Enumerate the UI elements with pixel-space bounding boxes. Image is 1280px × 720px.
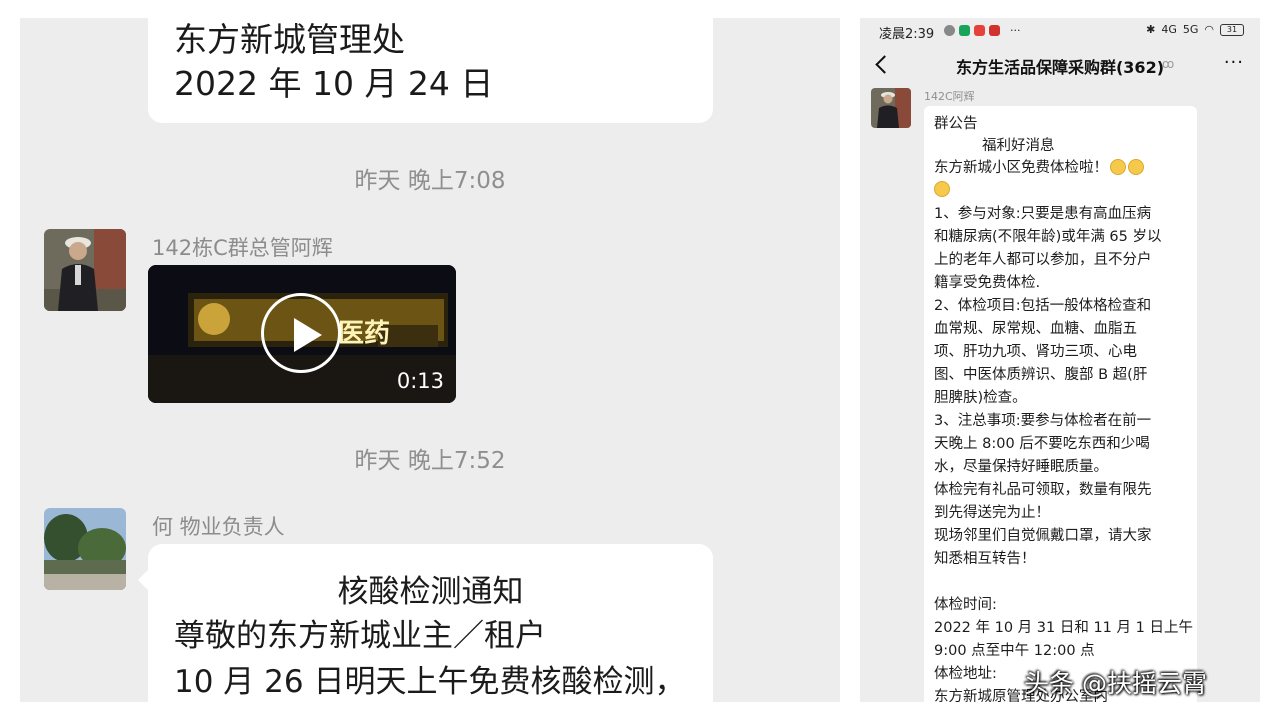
announcement-line: 群公告 — [934, 116, 978, 132]
message-line: 2022 年 10 月 24 日 — [174, 64, 494, 103]
right-chat-screenshot: 凌晨2:39 ··· ✱ 4G 5G ◠ 31 东方生活品保障采购群(362) … — [860, 18, 1260, 702]
avatar-sender-2[interactable] — [44, 508, 126, 590]
notice-title: 核酸检测通知 — [337, 574, 524, 610]
announcement-text: 东方新城小区免费体检啦！ — [934, 160, 1108, 176]
announcement-line: 体检时间: — [934, 597, 997, 613]
group-title[interactable]: 东方生活品保障采购群(362) — [860, 54, 1260, 78]
announcement-line: 体检地址: — [934, 666, 997, 682]
sender-name: 142C阿辉 — [924, 90, 975, 103]
more-notifications-icon: ··· — [1010, 24, 1021, 37]
chat-timestamp: 昨天 晚上7:08 — [354, 168, 506, 194]
avatar-sender-1[interactable] — [44, 229, 126, 311]
bluetooth-icon: ✱ — [1146, 23, 1156, 36]
sender-name: 何 物业负责人 — [152, 515, 285, 539]
announcement-line: 9:00 点至中午 12:00 点 — [934, 643, 1095, 659]
app-notification-icon — [989, 25, 1000, 36]
video-message[interactable]: 医药 0:13 — [148, 265, 456, 403]
message-bubble-nucleic-test[interactable]: 核酸检测通知 尊敬的东方新城业主／租户 10 月 26 日明天上午免费核酸检测， — [138, 544, 713, 702]
announcement-line: 知悉相互转告！ — [934, 551, 1036, 567]
announcement-line: 上的老年人都可以参加，且不分户 — [934, 252, 1152, 268]
shop-sign-text: 医药 — [338, 319, 391, 349]
announcement-line: 3、注总事项:要参与体检者在前一 — [934, 413, 1152, 429]
mute-icon: ꝏ — [1162, 57, 1175, 71]
app-notification-icon — [974, 25, 985, 36]
announcement-line: 福利好消息 — [982, 138, 1055, 154]
announcement-line: 图、中医体质辨识、腹部 B 超(肝 — [934, 367, 1148, 383]
battery-icon: 31 — [1220, 23, 1244, 36]
announcement-line: 2022 年 10 月 31 日和 11 月 1 日上午 — [934, 620, 1193, 636]
announcement-line — [934, 180, 950, 200]
signal-label: 5G — [1182, 23, 1199, 36]
wifi-icon: ◠ — [1204, 23, 1214, 36]
group-announcement-bubble[interactable]: 群公告 福利好消息 东方新城小区免费体检啦！ 1、参与对象:只要是患有高血压病 … — [924, 106, 1197, 702]
signal-label: 4G — [1161, 23, 1177, 36]
status-time: 凌晨2:39 — [879, 27, 935, 42]
status-bar: 凌晨2:39 ··· ✱ 4G 5G ◠ 31 — [860, 18, 1260, 44]
avatar-sender[interactable] — [871, 88, 911, 128]
alarm-icon — [944, 25, 955, 36]
announcement-line: 水，尽量保持好睡眠质量。 — [934, 459, 1108, 475]
announcement-line: 和糖尿病(不限年龄)或年满 65 岁以 — [934, 229, 1162, 245]
watermark: 头条 @扶摇云霄 — [1024, 669, 1207, 698]
notification-icons: ··· — [944, 24, 1021, 37]
notice-line: 10 月 26 日明天上午免费核酸检测， — [174, 664, 686, 700]
announcement-line: 体检完有礼品可领取，数量有限先 — [934, 482, 1152, 498]
play-icon[interactable] — [261, 293, 341, 373]
announcement-line: 籍享受免费体检. — [934, 275, 1041, 291]
app-notification-icon — [959, 25, 970, 36]
announcement-line: 血常规、尿常规、血糖、血脂五 — [934, 321, 1137, 337]
grin-emoji-icon — [1128, 159, 1144, 175]
announcement-line: 到先得送完为止！ — [934, 505, 1050, 521]
video-duration: 0:13 — [396, 369, 444, 393]
announcement-line: 现场邻里们自觉佩戴口罩，请大家 — [934, 528, 1152, 544]
chat-header: 东方生活品保障采购群(362) ꝏ ··· — [860, 44, 1260, 88]
left-chat-screenshot: 东方新城管理处 2022 年 10 月 24 日 昨天 晚上7:08 142栋C… — [20, 18, 840, 702]
announcement-line: 东方新城小区免费体检啦！ — [934, 158, 1144, 178]
grin-emoji-icon — [1110, 159, 1126, 175]
notice-line: 尊敬的东方新城业主／租户 — [174, 618, 546, 654]
more-options-button[interactable]: ··· — [1224, 52, 1244, 73]
message-line: 东方新城管理处 — [174, 20, 405, 59]
announcement-line: 1、参与对象:只要是患有高血压病 — [934, 206, 1152, 222]
announcement-line: 天晚上 8:00 后不要吃东西和少喝 — [934, 436, 1150, 452]
system-icons: ✱ 4G 5G ◠ 31 — [1146, 23, 1244, 36]
message-bubble-management-office[interactable]: 东方新城管理处 2022 年 10 月 24 日 — [148, 18, 713, 123]
announcement-line: 2、体检项目:包括一般体格检查和 — [934, 298, 1152, 314]
announcement-line: 胆脾肤)检查。 — [934, 390, 1027, 406]
sender-name: 142栋C群总管阿辉 — [152, 236, 333, 260]
announcement-line: 项、肝功九项、肾功三项、心电 — [934, 344, 1137, 360]
grin-emoji-icon — [934, 181, 950, 197]
chat-timestamp: 昨天 晚上7:52 — [354, 448, 506, 474]
